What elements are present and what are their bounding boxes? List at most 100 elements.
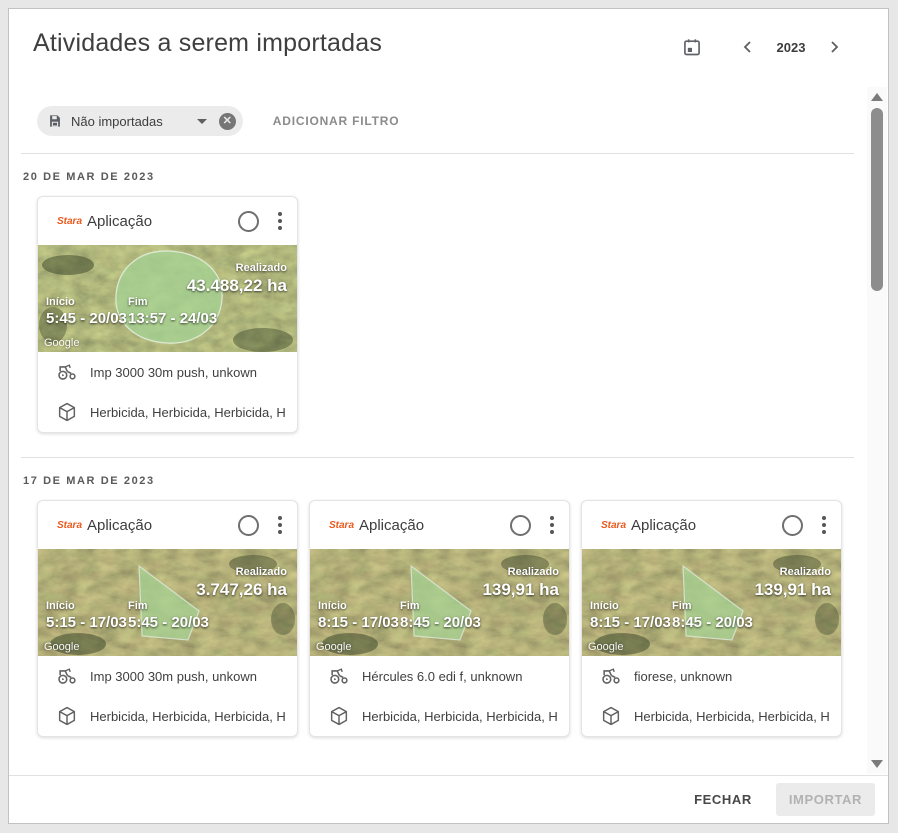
- select-activity-radio[interactable]: [238, 211, 259, 232]
- select-activity-radio[interactable]: [782, 515, 803, 536]
- realizado-overlay: Realizado 43.488,22 ha: [187, 261, 287, 297]
- fim-overlay: Fim 5:45 - 20/03: [128, 599, 209, 632]
- products-row: Herbicida, Herbicida, Herbicida, Her...: [38, 392, 297, 432]
- tractor-icon: [56, 665, 78, 687]
- fim-label: Fim: [128, 599, 209, 613]
- machine-label: Hércules 6.0 edi f, unknown: [362, 669, 522, 684]
- inicio-value: 5:15 - 17/03: [46, 613, 127, 632]
- close-button[interactable]: FECHAR: [678, 784, 768, 815]
- products-row: Herbicida, Herbicida, Herbicida, Her...: [582, 696, 841, 736]
- calendar-button[interactable]: [682, 36, 704, 58]
- card-header: Stara Aplicação: [582, 501, 841, 549]
- filter-chip-label: Não importadas: [71, 114, 163, 129]
- dialog-content: Não importadas ✕ ADICIONAR FILTRO 20 DE …: [9, 86, 866, 775]
- realizado-value: 139,91 ha: [482, 579, 559, 601]
- inicio-overlay: Início 8:15 - 17/03: [318, 599, 399, 632]
- fim-value: 8:45 - 20/03: [400, 613, 481, 632]
- kebab-menu-icon[interactable]: [274, 512, 286, 538]
- inicio-value: 8:15 - 17/03: [590, 613, 671, 632]
- cards-row: Stara Aplicação: [37, 500, 866, 737]
- card-header: Stara Aplicação: [310, 501, 569, 549]
- cards-row: Stara Aplicação: [37, 196, 866, 433]
- card-header: Stara Aplicação: [38, 197, 297, 245]
- map-thumbnail: Realizado 139,91 ha Início 8:15 - 17/03 …: [310, 549, 570, 656]
- select-activity-radio[interactable]: [238, 515, 259, 536]
- inicio-overlay: Início 5:45 - 20/03: [46, 295, 127, 328]
- machine-label: Imp 3000 30m push, unkown: [90, 669, 257, 684]
- card-header: Stara Aplicação: [38, 501, 297, 549]
- kebab-menu-icon[interactable]: [546, 512, 558, 538]
- realizado-label: Realizado: [482, 565, 559, 579]
- page-title: Atividades a serem importadas: [33, 29, 382, 58]
- products-row: Herbicida, Herbicida, Herbicida, Her...: [310, 696, 569, 736]
- realizado-overlay: Realizado 3.747,26 ha: [196, 565, 287, 601]
- realizado-label: Realizado: [754, 565, 831, 579]
- filter-chip-nao-importadas[interactable]: Não importadas ✕: [37, 106, 243, 136]
- chevron-right-icon: [822, 35, 846, 59]
- inicio-overlay: Início 5:15 - 17/03: [46, 599, 127, 632]
- triangle-up-icon[interactable]: [871, 93, 883, 101]
- inicio-label: Início: [590, 599, 671, 613]
- add-filter-button[interactable]: ADICIONAR FILTRO: [267, 113, 406, 129]
- triangle-down-icon[interactable]: [871, 760, 883, 768]
- realizado-label: Realizado: [187, 261, 287, 275]
- stara-logo: Stara: [329, 520, 359, 531]
- realizado-label: Realizado: [196, 565, 287, 579]
- import-button[interactable]: IMPORTAR: [776, 783, 875, 816]
- stara-logo: Stara: [601, 520, 631, 531]
- map-thumbnail: Realizado 43.488,22 ha Início 5:45 - 20/…: [38, 245, 298, 352]
- fim-overlay: Fim 13:57 - 24/03: [128, 295, 217, 328]
- fim-label: Fim: [672, 599, 753, 613]
- kebab-menu-icon[interactable]: [818, 512, 830, 538]
- machine-label: Imp 3000 30m push, unkown: [90, 365, 257, 380]
- close-icon: ✕: [223, 115, 232, 127]
- caret-down-icon[interactable]: [197, 119, 207, 124]
- realizado-value: 3.747,26 ha: [196, 579, 287, 601]
- fim-value: 5:45 - 20/03: [128, 613, 209, 632]
- section-date-label: 17 DE MAR DE 2023: [23, 475, 866, 487]
- cube-icon: [56, 705, 78, 727]
- activity-card: Stara Aplicação: [37, 196, 298, 433]
- previous-year-button[interactable]: [736, 35, 760, 59]
- realizado-overlay: Realizado 139,91 ha: [754, 565, 831, 601]
- year-label: 2023: [760, 40, 822, 55]
- section-date-label: 20 DE MAR DE 2023: [23, 171, 866, 183]
- filter-chip-remove-button[interactable]: ✕: [219, 113, 236, 130]
- next-year-button[interactable]: [822, 35, 846, 59]
- map-thumbnail: Realizado 3.747,26 ha Início 5:15 - 17/0…: [38, 549, 298, 656]
- filter-bar: Não importadas ✕ ADICIONAR FILTRO: [9, 86, 866, 136]
- dialog-footer: FECHAR IMPORTAR: [9, 775, 888, 823]
- inicio-label: Início: [46, 295, 127, 309]
- scrollbar[interactable]: [867, 87, 887, 774]
- calendar-icon: [682, 37, 704, 57]
- cube-icon: [600, 705, 622, 727]
- divider: [21, 153, 854, 154]
- dialog-header: Atividades a serem importadas 2023: [9, 9, 888, 67]
- realizado-overlay: Realizado 139,91 ha: [482, 565, 559, 601]
- realizado-value: 43.488,22 ha: [187, 275, 287, 297]
- realizado-value: 139,91 ha: [754, 579, 831, 601]
- stara-logo: Stara: [57, 520, 87, 531]
- google-attribution: Google: [316, 641, 351, 653]
- cube-icon: [56, 401, 78, 423]
- select-activity-radio[interactable]: [510, 515, 531, 536]
- fim-label: Fim: [400, 599, 481, 613]
- tractor-icon: [328, 665, 350, 687]
- activity-type-label: Aplicação: [359, 517, 510, 534]
- fim-overlay: Fim 8:45 - 20/03: [400, 599, 481, 632]
- inicio-overlay: Início 8:15 - 17/03: [590, 599, 671, 632]
- inicio-value: 5:45 - 20/03: [46, 309, 127, 328]
- inicio-value: 8:15 - 17/03: [318, 613, 399, 632]
- activity-card: Stara Aplicação: [309, 500, 570, 737]
- stara-logo: Stara: [57, 216, 87, 227]
- products-label: Herbicida, Herbicida, Herbicida, Her...: [362, 709, 557, 724]
- machine-row: Imp 3000 30m push, unkown: [38, 352, 297, 392]
- section-17-mar: 17 DE MAR DE 2023 Stara Aplicação: [9, 475, 866, 737]
- products-label: Herbicida, Herbicida, Herbicida, Her...: [90, 405, 285, 420]
- products-row: Herbicida, Herbicida, Herbicida, Her...: [38, 696, 297, 736]
- google-attribution: Google: [588, 641, 623, 653]
- activity-card: Stara Aplicação: [37, 500, 298, 737]
- scrollbar-thumb[interactable]: [871, 108, 883, 291]
- kebab-menu-icon[interactable]: [274, 208, 286, 234]
- google-attribution: Google: [44, 337, 79, 349]
